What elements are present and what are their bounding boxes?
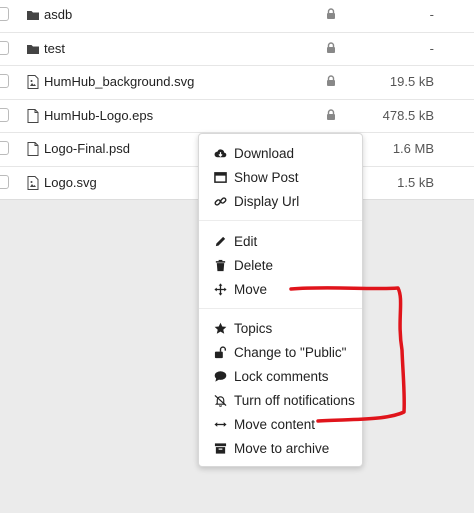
row-checkbox[interactable] xyxy=(0,40,9,55)
file-size: 1.6 MB xyxy=(392,141,434,156)
file-size: 1.5 kB xyxy=(397,174,434,190)
file-name[interactable]: test xyxy=(44,41,65,56)
lock-icon xyxy=(327,8,335,19)
trash-icon xyxy=(215,259,226,272)
bell-slash-icon xyxy=(214,394,227,407)
file-size: - xyxy=(429,40,434,56)
window-icon xyxy=(214,172,227,183)
file-row[interactable]: HumHub-Logo.eps 478.5 kB xyxy=(0,100,474,133)
menu-item-download[interactable]: Download xyxy=(199,143,362,165)
file-size: 478.5 kB xyxy=(382,107,434,123)
file-icon xyxy=(27,108,39,123)
file-name[interactable]: HumHub-Logo.eps xyxy=(44,108,153,123)
folder-icon xyxy=(27,11,39,20)
star-icon xyxy=(214,322,227,334)
row-checkbox[interactable] xyxy=(0,107,9,122)
menu-item-change-public[interactable]: Change to "Public" xyxy=(199,342,362,364)
move-arrows-icon xyxy=(214,283,227,296)
menu-item-edit[interactable]: Edit xyxy=(199,231,362,253)
menu-item-show-post[interactable]: Show Post xyxy=(199,167,362,189)
arrows-horizontal-icon xyxy=(214,422,227,427)
file-row[interactable]: HumHub_background.svg 19.5 kB xyxy=(0,66,474,100)
file-row[interactable]: test - xyxy=(0,33,474,66)
menu-item-move[interactable]: Move xyxy=(199,279,362,301)
menu-item-lock-comments[interactable]: Lock comments xyxy=(199,366,362,388)
comment-icon xyxy=(214,371,227,382)
archive-icon xyxy=(214,443,227,454)
menu-item-delete[interactable]: Delete xyxy=(199,255,362,277)
lock-icon xyxy=(327,75,335,86)
context-menu: Download Show Post Display Url Edit Dele… xyxy=(198,133,363,467)
lock-icon xyxy=(327,108,335,120)
file-size: - xyxy=(429,7,434,22)
file-size: 19.5 kB xyxy=(389,74,434,89)
file-name[interactable]: HumHub_background.svg xyxy=(44,74,194,89)
row-checkbox[interactable] xyxy=(0,174,9,189)
file-name[interactable]: Logo.svg xyxy=(44,175,97,190)
cloud-download-icon xyxy=(214,149,227,158)
menu-divider xyxy=(199,308,362,309)
image-file-icon xyxy=(27,75,39,89)
menu-item-topics[interactable]: Topics xyxy=(199,318,362,340)
folder-icon xyxy=(27,44,39,54)
row-checkbox[interactable] xyxy=(0,7,9,21)
unlock-icon xyxy=(214,346,227,359)
menu-item-move-to-archive[interactable]: Move to archive xyxy=(199,438,362,460)
menu-divider xyxy=(199,220,362,221)
image-file-icon xyxy=(27,175,39,190)
row-checkbox[interactable] xyxy=(0,141,9,155)
file-name[interactable]: asdb xyxy=(44,7,72,22)
pencil-icon xyxy=(215,236,226,247)
file-name[interactable]: Logo-Final.psd xyxy=(44,141,130,156)
menu-item-display-url[interactable]: Display Url xyxy=(199,191,362,213)
row-checkbox[interactable] xyxy=(0,74,9,88)
lock-icon xyxy=(327,41,335,53)
menu-item-move-content[interactable]: Move content xyxy=(199,414,362,436)
link-icon xyxy=(214,197,227,206)
menu-item-turn-off-notifications[interactable]: Turn off notifications xyxy=(199,390,362,412)
file-row[interactable]: asdb - xyxy=(0,0,474,33)
file-icon xyxy=(27,142,39,156)
